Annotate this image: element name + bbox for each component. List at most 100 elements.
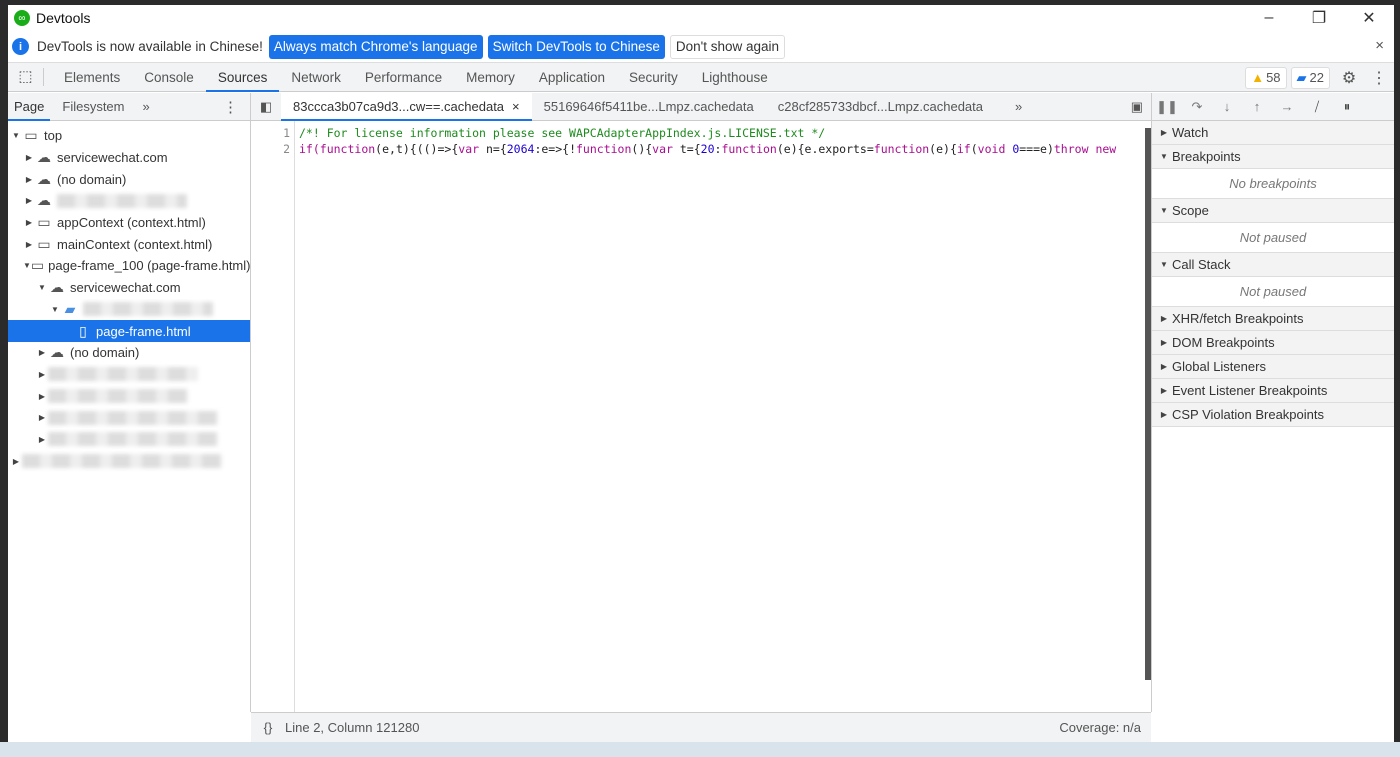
tree-node[interactable]: ▼ ▭ top xyxy=(8,125,250,147)
dont-show-again-button[interactable]: Don't show again xyxy=(669,34,786,59)
restore-button[interactable]: ❐ xyxy=(1294,5,1344,31)
warnings-badge[interactable]: ▲ 58 xyxy=(1245,66,1287,89)
tree-node-label: top xyxy=(44,128,63,144)
expand-arrow-icon[interactable]: ▼ xyxy=(23,261,31,270)
tab-memory[interactable]: Memory xyxy=(454,63,527,92)
always-match-language-button[interactable]: Always match Chrome's language xyxy=(268,34,483,59)
collapse-arrow-icon[interactable]: ▶ xyxy=(36,392,48,401)
frame-icon: ▭ xyxy=(24,127,38,144)
debugger-sidebar: ❚❚ ↷ ↓ ↑ → ⧸ ⏸ ▶ Watch ▼ Breakpoints No brea… xyxy=(1152,93,1394,712)
toggle-debugger-icon[interactable]: ▣ xyxy=(1131,99,1143,115)
navigator-menu-icon[interactable]: ⋮ xyxy=(223,98,238,116)
section-dom-breakpoints[interactable]: ▶ DOM Breakpoints xyxy=(1152,331,1394,355)
tab-filesystem[interactable]: Filesystem xyxy=(56,93,130,121)
collapse-arrow-icon[interactable]: ▶ xyxy=(23,153,35,162)
tab-elements[interactable]: Elements xyxy=(52,63,132,92)
file-tab[interactable]: 83ccca3b07ca9d3...cw==.cachedata × xyxy=(281,92,532,121)
pretty-print-button[interactable]: {} xyxy=(251,720,285,735)
messages-badge[interactable]: ▰ 22 xyxy=(1290,66,1330,89)
deactivate-breakpoints-icon[interactable]: ⧸ xyxy=(1302,99,1332,115)
tab-page[interactable]: Page xyxy=(8,93,51,121)
collapse-arrow-icon[interactable]: ▶ xyxy=(23,175,35,184)
collapse-arrow-icon[interactable]: ▶ xyxy=(36,435,48,444)
redacted-label xyxy=(48,432,218,447)
more-tabs-icon[interactable]: » xyxy=(137,93,156,121)
collapse-arrow-icon[interactable]: ▶ xyxy=(36,348,48,357)
tree-node-label: servicewechat.com xyxy=(57,150,168,166)
tab-network[interactable]: Network xyxy=(279,63,353,92)
collapse-arrow-icon[interactable]: ▶ xyxy=(23,218,35,227)
collapse-arrow-icon[interactable]: ▶ xyxy=(10,457,22,466)
more-options-icon[interactable]: ⋮ xyxy=(1364,68,1394,88)
section-scope[interactable]: ▼ Scope xyxy=(1152,199,1394,223)
step-out-icon[interactable]: ↑ xyxy=(1242,99,1272,114)
tree-node[interactable]: ▶ xyxy=(8,429,250,451)
pause-on-exceptions-icon[interactable]: ⏸ xyxy=(1332,99,1362,115)
section-label: DOM Breakpoints xyxy=(1172,335,1275,350)
section-empty-message: No breakpoints xyxy=(1152,169,1394,199)
collapse-arrow-icon[interactable]: ▶ xyxy=(23,240,35,249)
section-csp-violation-breakpoints[interactable]: ▶ CSP Violation Breakpoints xyxy=(1152,403,1394,427)
file-tab-label: 83ccca3b07ca9d3...cw==.cachedata xyxy=(293,98,505,114)
settings-gear-icon[interactable]: ⚙ xyxy=(1334,68,1364,88)
pause-icon[interactable]: ❚❚ xyxy=(1152,99,1182,115)
tree-node[interactable]: ▶ xyxy=(8,385,250,407)
step-icon[interactable]: → xyxy=(1272,99,1302,114)
collapse-arrow-icon[interactable]: ▶ xyxy=(36,413,48,422)
minimize-button[interactable]: – xyxy=(1244,5,1294,31)
code-lines[interactable]: /*! For license information please see W… xyxy=(295,121,1151,712)
inspect-element-icon[interactable]: ⬚ xyxy=(8,68,44,86)
tab-sources[interactable]: Sources xyxy=(205,63,280,92)
tab-security[interactable]: Security xyxy=(617,63,690,92)
section-xhr-fetch-breakpoints[interactable]: ▶ XHR/fetch Breakpoints xyxy=(1152,307,1394,331)
code-token: n={ xyxy=(479,142,507,156)
vertical-scrollbar[interactable] xyxy=(1145,128,1151,680)
tab-lighthouse[interactable]: Lighthouse xyxy=(690,63,780,92)
tree-node[interactable]: ▼ ▰ xyxy=(8,299,250,321)
expand-arrow-icon: ▼ xyxy=(1160,152,1168,161)
step-into-icon[interactable]: ↓ xyxy=(1212,99,1242,114)
tree-node[interactable]: ▶ xyxy=(8,407,250,429)
tree-node[interactable]: ▶ ▭ appContext (context.html) xyxy=(8,212,250,234)
tab-close-icon[interactable]: × xyxy=(512,99,520,114)
tree-node-label: (no domain) xyxy=(57,171,127,187)
tree-node[interactable]: ▶ xyxy=(8,364,250,386)
section-event-listener-breakpoints[interactable]: ▶ Event Listener Breakpoints xyxy=(1152,379,1394,403)
expand-arrow-icon[interactable]: ▼ xyxy=(49,305,61,314)
step-over-icon[interactable]: ↷ xyxy=(1182,99,1212,115)
tree-node[interactable]: ▶ ☁ (no domain) xyxy=(8,342,250,364)
code-token: if xyxy=(956,142,971,156)
section-watch[interactable]: ▶ Watch xyxy=(1152,121,1394,145)
tree-node[interactable]: ▶ xyxy=(8,450,250,472)
tab-application[interactable]: Application xyxy=(527,63,617,92)
expand-arrow-icon[interactable]: ▼ xyxy=(10,131,22,140)
tab-console[interactable]: Console xyxy=(132,63,206,92)
infobar-close-icon[interactable]: × xyxy=(1375,37,1384,54)
tab-performance[interactable]: Performance xyxy=(353,63,454,92)
code-token: (){ xyxy=(631,142,653,156)
tree-node[interactable]: ▶ ☁ xyxy=(8,190,250,212)
tree-node-label: (no domain) xyxy=(70,345,140,361)
tree-node[interactable]: ▼ ☁ servicewechat.com xyxy=(8,277,250,299)
toggle-navigator-icon[interactable]: ◧ xyxy=(251,99,281,115)
tree-node[interactable]: ▶ ☁ servicewechat.com xyxy=(8,147,250,169)
tree-node[interactable]: ▼ ▭ page-frame_100 (page-frame.html) xyxy=(8,255,250,277)
switch-to-chinese-button[interactable]: Switch DevTools to Chinese xyxy=(487,34,665,59)
tree-node[interactable]: ▶ ☁ (no domain) xyxy=(8,168,250,190)
expand-arrow-icon[interactable]: ▼ xyxy=(36,283,48,292)
section-breakpoints[interactable]: ▼ Breakpoints xyxy=(1152,145,1394,169)
file-tab[interactable]: c28cf285733dbcf...Lmpz.cachedata xyxy=(766,93,995,121)
more-file-tabs-icon[interactable]: » xyxy=(1003,93,1034,121)
code-token: if( xyxy=(299,142,320,156)
tree-node[interactable]: ▶ ▭ mainContext (context.html) xyxy=(8,233,250,255)
infobar-message: DevTools is now available in Chinese! xyxy=(37,39,263,54)
collapse-arrow-icon[interactable]: ▶ xyxy=(23,196,35,205)
file-tab[interactable]: 55169646f5411be...Lmpz.cachedata xyxy=(532,93,766,121)
code-token: (e){e.exports= xyxy=(776,142,874,156)
section-global-listeners[interactable]: ▶ Global Listeners xyxy=(1152,355,1394,379)
frame-icon: ▭ xyxy=(37,235,51,252)
close-window-button[interactable]: ✕ xyxy=(1344,5,1394,31)
section-call-stack[interactable]: ▼ Call Stack xyxy=(1152,253,1394,277)
tree-node[interactable]: ▯ page-frame.html xyxy=(8,320,250,342)
collapse-arrow-icon[interactable]: ▶ xyxy=(36,370,48,379)
